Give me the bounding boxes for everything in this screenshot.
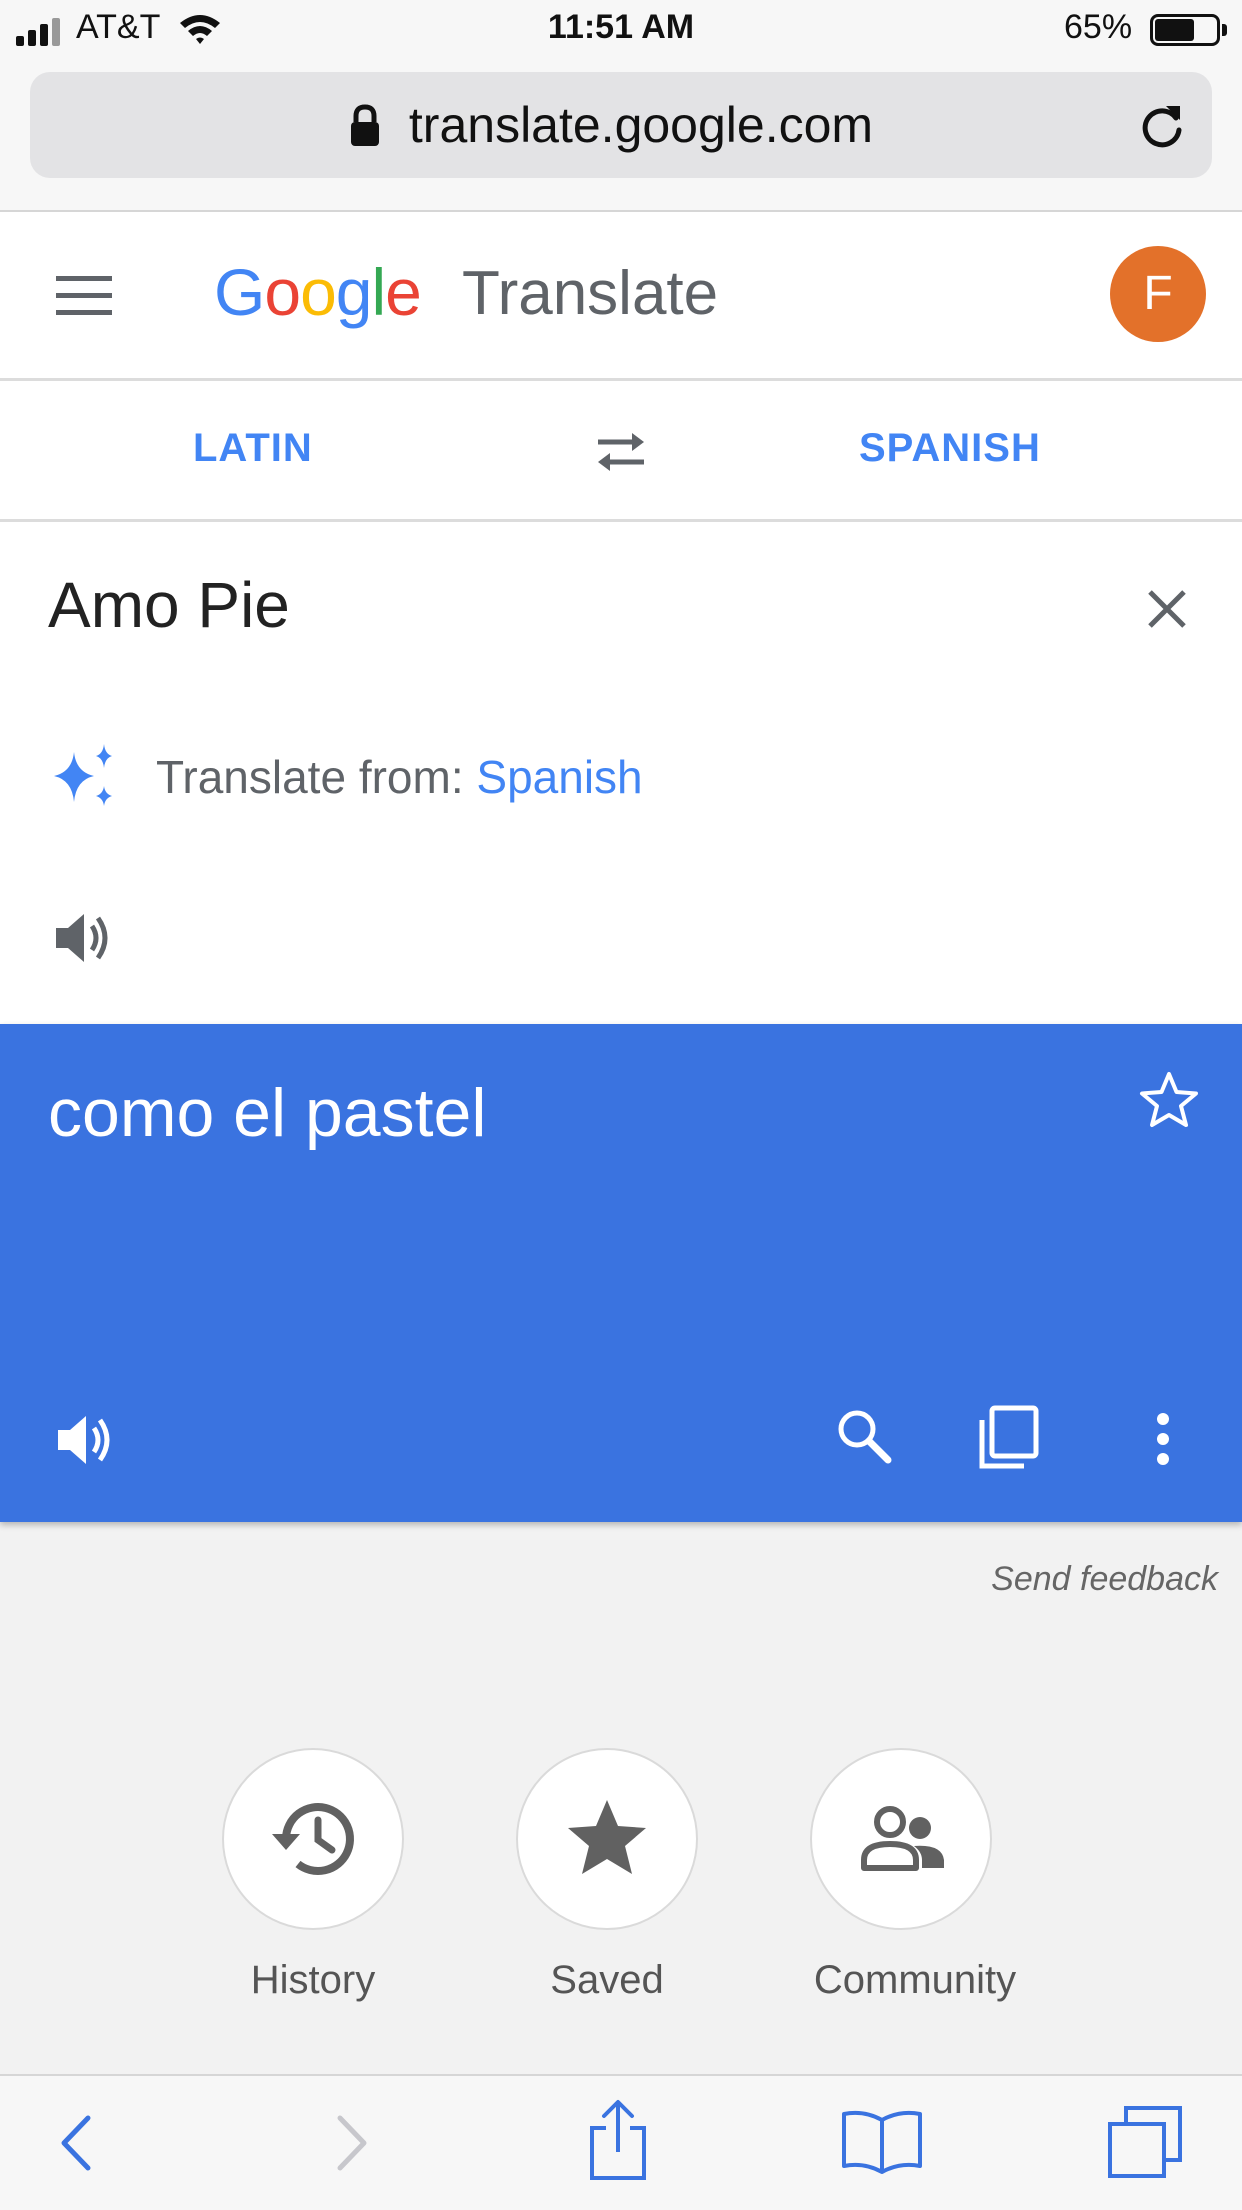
language-suggestion: Translate from: Spanish	[156, 750, 643, 804]
star-outline-icon[interactable]	[1138, 1070, 1200, 1130]
sparkle-icon	[54, 744, 112, 806]
clock: 11:51 AM	[547, 8, 695, 46]
share-icon[interactable]	[586, 2098, 650, 2182]
reload-icon[interactable]	[1136, 100, 1188, 152]
saved-label: Saved	[550, 1958, 664, 2002]
source-speaker-icon[interactable]	[52, 908, 116, 968]
community-label: Community	[813, 1958, 1017, 2002]
clear-input-icon[interactable]	[1146, 588, 1188, 630]
back-icon[interactable]	[58, 2114, 94, 2172]
bookmarks-icon[interactable]	[840, 2108, 924, 2174]
community-icon	[861, 1806, 944, 1871]
menu-icon[interactable]	[56, 276, 112, 316]
google-logo[interactable]: Google	[214, 254, 422, 330]
target-language-button[interactable]: SPANISH	[859, 426, 1041, 471]
account-avatar[interactable]: F	[1110, 246, 1206, 342]
result-speaker-icon[interactable]	[54, 1410, 118, 1470]
translation-text: como el pastel	[48, 1075, 487, 1151]
search-icon[interactable]	[834, 1406, 894, 1466]
battery-fill	[1155, 19, 1194, 41]
source-text-input[interactable]: Amo Pie	[48, 568, 290, 642]
battery-tip	[1222, 24, 1227, 36]
more-options-icon[interactable]	[1152, 1412, 1174, 1466]
swap-languages-icon[interactable]	[592, 430, 650, 474]
product-name: Translate	[462, 259, 719, 328]
url-text[interactable]: translate.google.com	[0, 96, 1242, 154]
copy-icon[interactable]	[978, 1404, 1040, 1470]
history-label: History	[250, 1958, 376, 2002]
send-feedback-link[interactable]: Send feedback	[0, 1560, 1218, 1599]
battery-percent: 65%	[1064, 8, 1133, 46]
tabs-icon[interactable]	[1106, 2104, 1184, 2180]
source-language-button[interactable]: LATIN	[193, 426, 313, 471]
saved-star-icon	[568, 1800, 646, 1874]
forward-icon[interactable]	[334, 2114, 370, 2172]
suggestion-prefix: Translate from:	[156, 751, 477, 803]
history-icon	[272, 1803, 354, 1875]
suggested-language-link[interactable]: Spanish	[476, 751, 642, 803]
